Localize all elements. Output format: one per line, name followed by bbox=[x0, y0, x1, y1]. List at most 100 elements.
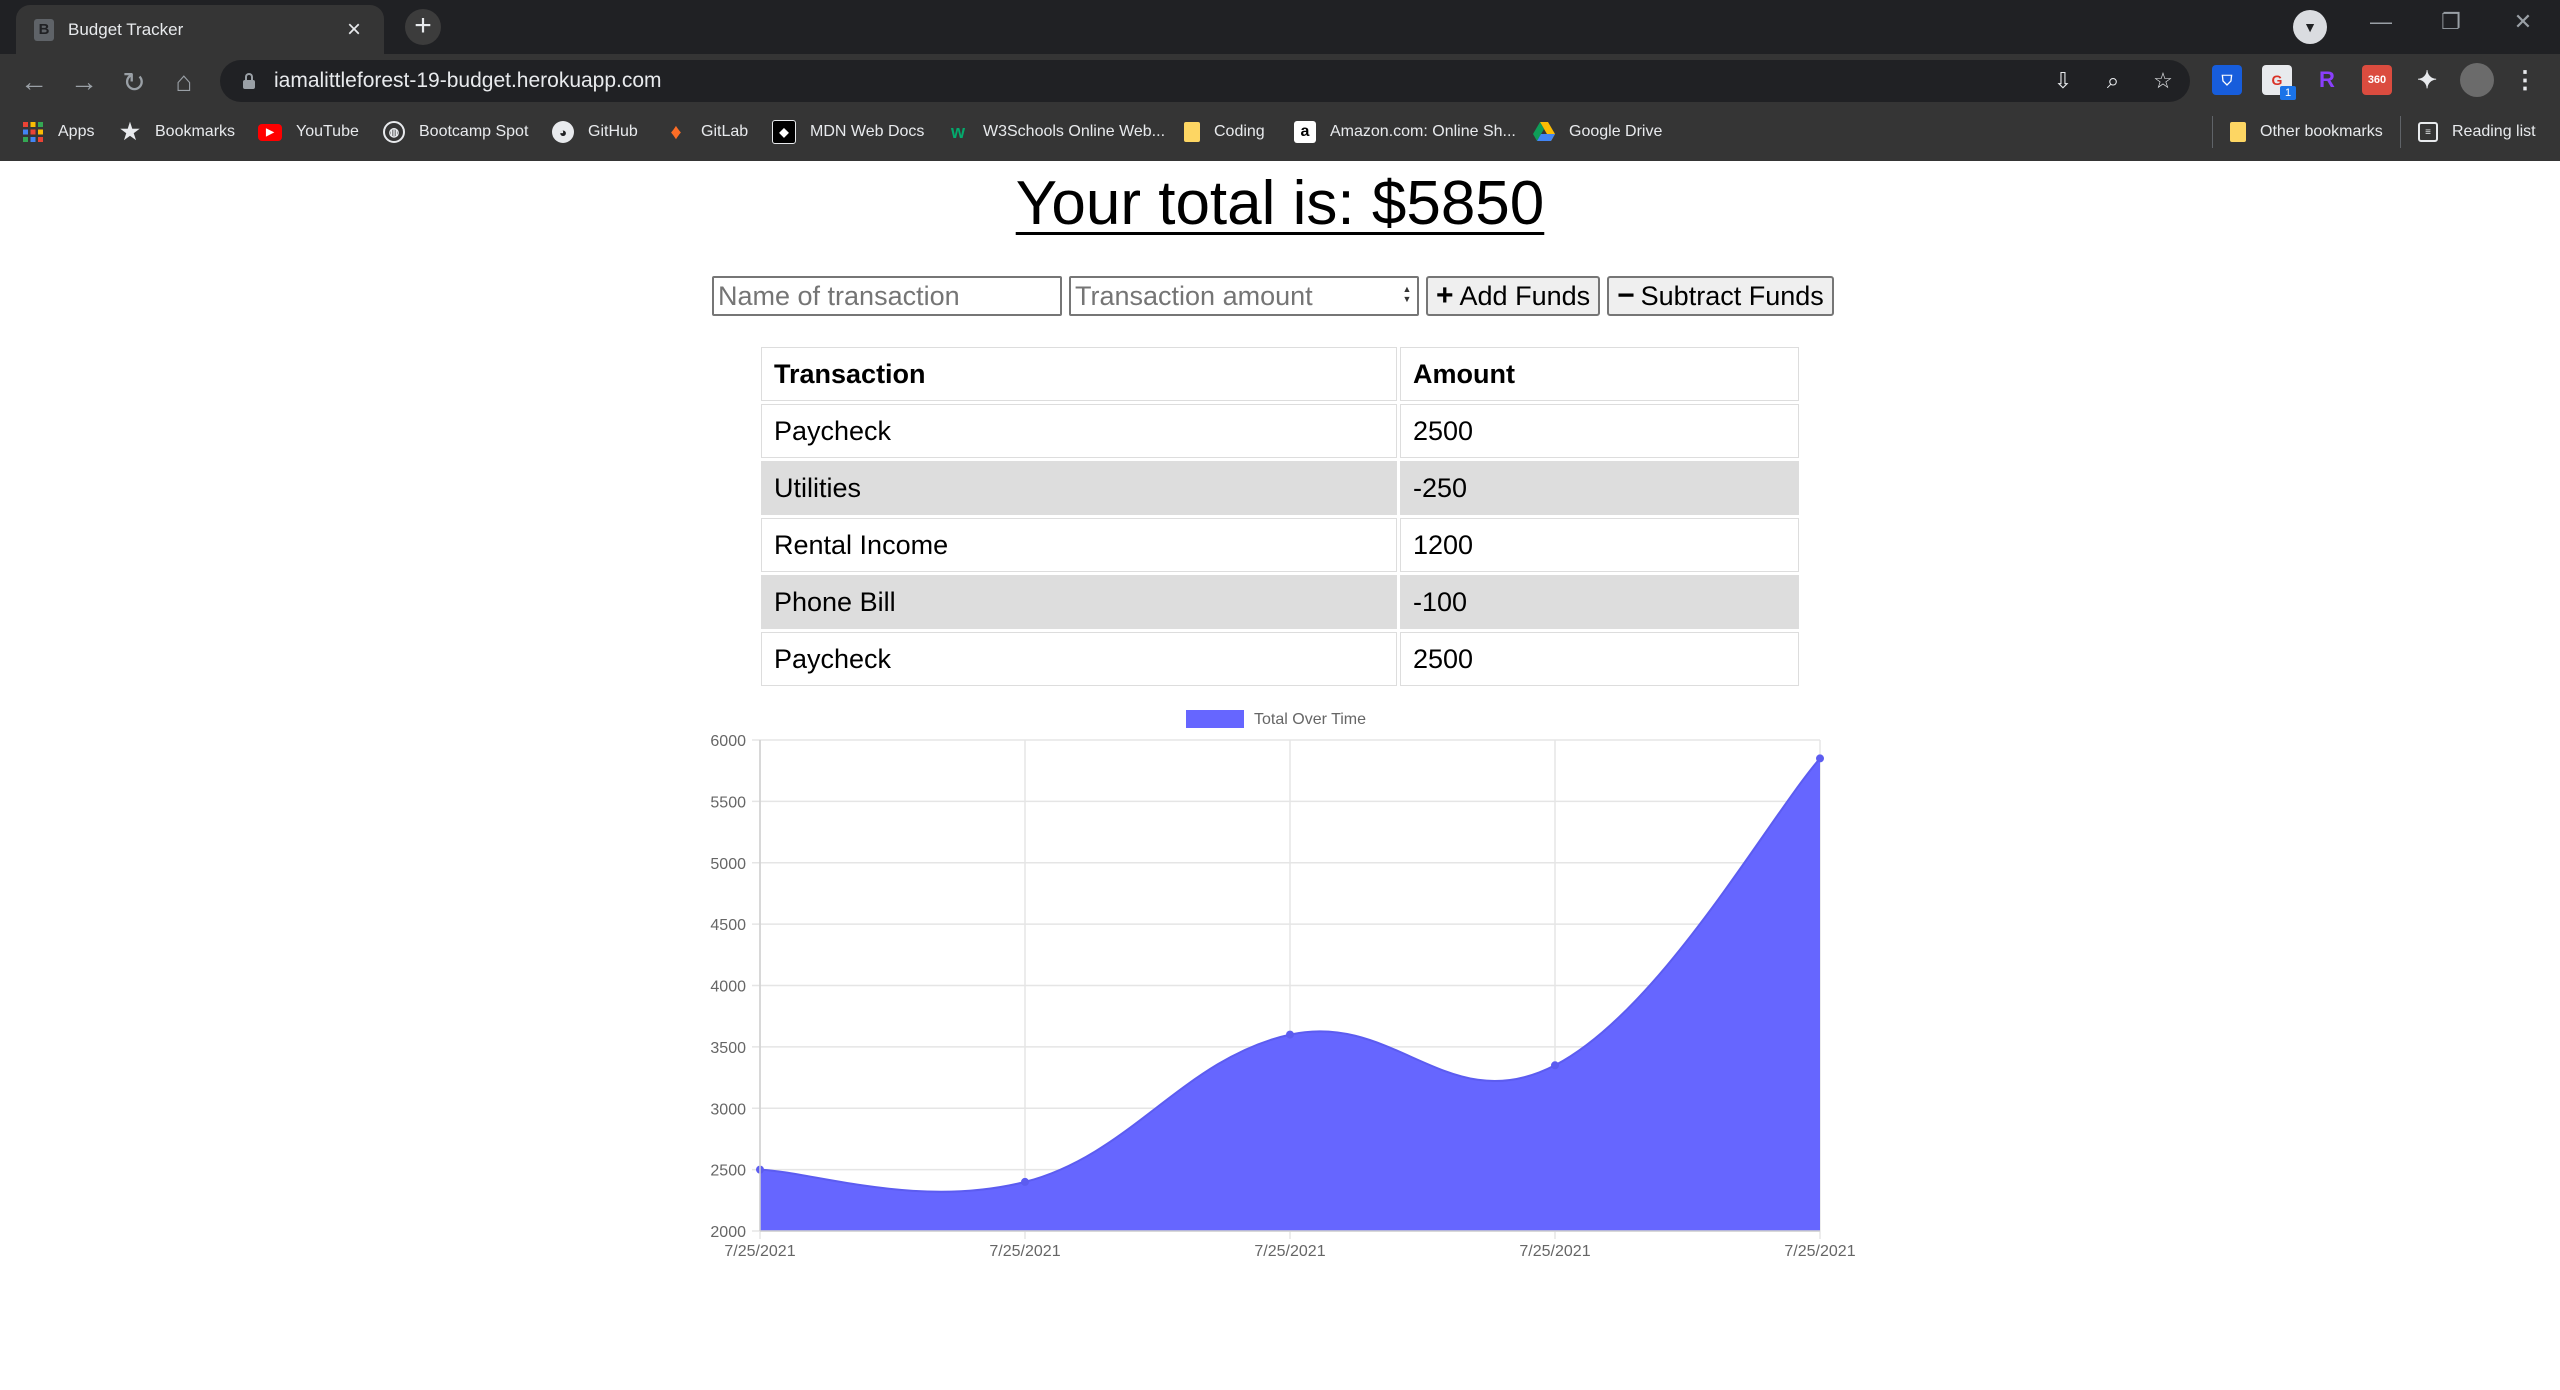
bookmark-github[interactable]: ◕ GitHub bbox=[552, 118, 638, 146]
folder-icon bbox=[1184, 122, 1200, 142]
google-drive-icon bbox=[1533, 121, 1555, 143]
amount-stepper-icon[interactable]: ▲ ▼ bbox=[1401, 284, 1413, 306]
transaction-amount-cell: -100 bbox=[1400, 575, 1799, 629]
bookmarks-separator bbox=[2400, 116, 2401, 148]
subtract-funds-button[interactable]: − Subtract Funds bbox=[1607, 276, 1834, 316]
bookmark-label: YouTube bbox=[296, 123, 359, 140]
transaction-amount-cell: 1200 bbox=[1400, 518, 1799, 572]
bitwarden-icon[interactable]: ⛉ bbox=[2212, 65, 2242, 95]
bookmark-label: GitHub bbox=[588, 123, 638, 140]
bookmark-mdn[interactable]: ◆ MDN Web Docs bbox=[772, 118, 924, 146]
y-tick-label: 3000 bbox=[710, 1101, 746, 1118]
legend-label: Total Over Time bbox=[1254, 711, 1366, 728]
w3schools-icon: w bbox=[950, 121, 965, 142]
kebab-menu-icon[interactable]: ⋮ bbox=[2510, 65, 2540, 95]
tab-strip bbox=[0, 0, 2560, 54]
close-window-button[interactable]: ✕ bbox=[2488, 0, 2558, 44]
plus-icon: + bbox=[1436, 279, 1454, 312]
mdn-icon: ◆ bbox=[772, 120, 796, 144]
bookmark-other[interactable]: Other bookmarks bbox=[2230, 118, 2383, 146]
tab-search-icon[interactable]: ▼ bbox=[2293, 10, 2327, 44]
apps-grid-icon bbox=[22, 121, 44, 143]
transaction-amount-input[interactable] bbox=[1069, 276, 1419, 316]
table-row: Rental Income 1200 bbox=[761, 518, 1799, 572]
install-app-icon[interactable]: ⇩ bbox=[2048, 66, 2078, 96]
y-tick-label: 3500 bbox=[710, 1040, 746, 1057]
y-tick-label: 4000 bbox=[710, 979, 746, 996]
address-bar[interactable]: iamalittleforest-19-budget.herokuapp.com bbox=[220, 60, 2190, 102]
y-tick-label: 6000 bbox=[710, 733, 746, 750]
lock-icon[interactable] bbox=[242, 73, 256, 89]
x-tick-label: 7/25/2021 bbox=[1254, 1243, 1325, 1260]
bookmark-bootcamp-spot[interactable]: ◍ Bootcamp Spot bbox=[383, 118, 528, 146]
home-icon[interactable]: ⌂ bbox=[164, 62, 204, 102]
extensions-puzzle-icon[interactable]: ✦ bbox=[2412, 65, 2442, 95]
bookmark-label: Other bookmarks bbox=[2260, 123, 2383, 140]
y-tick-label: 5500 bbox=[710, 794, 746, 811]
transaction-name-input[interactable] bbox=[712, 276, 1062, 316]
url-text[interactable]: iamalittleforest-19-budget.herokuapp.com bbox=[274, 69, 662, 93]
tab-budget-tracker[interactable]: B Budget Tracker × bbox=[16, 5, 384, 54]
tab-title: Budget Tracker bbox=[68, 19, 184, 39]
todoist-icon[interactable]: 360 bbox=[2362, 65, 2392, 95]
x-tick-label: 7/25/2021 bbox=[724, 1243, 795, 1260]
data-point bbox=[1021, 1177, 1029, 1186]
header-amount: Amount bbox=[1400, 347, 1799, 401]
grammarly-badge: 1 bbox=[2280, 86, 2296, 100]
data-point bbox=[1551, 1061, 1559, 1070]
bookmark-google-drive[interactable]: Google Drive bbox=[1533, 118, 1662, 146]
bookmark-youtube[interactable]: ▶ YouTube bbox=[258, 118, 359, 146]
restore-button[interactable]: ❐ bbox=[2416, 0, 2486, 44]
github-icon: ◕ bbox=[552, 121, 574, 143]
transaction-amount-cell: -250 bbox=[1400, 461, 1799, 515]
table-header-row: Transaction Amount bbox=[761, 347, 1799, 401]
data-point bbox=[1286, 1030, 1294, 1039]
avatar[interactable] bbox=[2460, 63, 2494, 97]
header-transaction: Transaction bbox=[761, 347, 1397, 401]
transaction-amount-cell: 2500 bbox=[1400, 404, 1799, 458]
bookmarks-separator bbox=[2212, 116, 2213, 148]
folder-icon bbox=[2230, 122, 2246, 142]
add-funds-label: Add Funds bbox=[1459, 280, 1591, 311]
new-tab-button[interactable]: + bbox=[405, 9, 441, 45]
transaction-name-cell: Phone Bill bbox=[761, 575, 1397, 629]
table-row: Paycheck 2500 bbox=[761, 632, 1799, 686]
zoom-icon[interactable]: ⌕ bbox=[2098, 66, 2128, 96]
bookmark-reading-list[interactable]: ≡ Reading list bbox=[2418, 118, 2536, 146]
y-tick-label: 4500 bbox=[710, 917, 746, 934]
bookmark-label: MDN Web Docs bbox=[810, 123, 925, 140]
transaction-amount-cell: 2500 bbox=[1400, 632, 1799, 686]
y-tick-label: 2500 bbox=[710, 1163, 746, 1180]
data-point bbox=[1816, 754, 1824, 763]
bookmark-label: Coding bbox=[1214, 123, 1265, 140]
transaction-name-cell: Utilities bbox=[761, 461, 1397, 515]
x-tick-label: 7/25/2021 bbox=[1784, 1243, 1855, 1260]
bookmark-label: Google Drive bbox=[1569, 123, 1663, 140]
gitlab-icon: ♦ bbox=[670, 119, 682, 144]
bookmark-coding[interactable]: Coding bbox=[1184, 118, 1265, 146]
transaction-name-cell: Paycheck bbox=[761, 404, 1397, 458]
globe-icon: ◍ bbox=[383, 121, 405, 143]
budget-favicon-icon: B bbox=[34, 18, 54, 41]
bookmark-apps[interactable]: Apps bbox=[22, 118, 94, 146]
forward-arrow-icon[interactable]: → bbox=[64, 62, 104, 102]
close-icon[interactable]: × bbox=[342, 16, 366, 44]
bookmark-label: Bookmarks bbox=[155, 123, 236, 140]
bookmark-amazon[interactable]: a Amazon.com: Online Sh... bbox=[1294, 118, 1516, 146]
youtube-icon: ▶ bbox=[258, 123, 282, 141]
bookmark-w3schools[interactable]: w W3Schools Online Web... bbox=[947, 118, 1165, 146]
bookmark-label: Apps bbox=[58, 123, 95, 140]
rhymezone-icon[interactable]: R bbox=[2312, 65, 2342, 95]
bookmark-star-icon[interactable]: ☆ bbox=[2148, 66, 2178, 96]
bookmark-gitlab[interactable]: ♦ GitLab bbox=[665, 118, 748, 146]
amount-field-wrap: ▲▼ bbox=[1069, 276, 1419, 316]
reload-icon[interactable]: ↻ bbox=[114, 62, 154, 102]
add-funds-button[interactable]: + Add Funds bbox=[1426, 276, 1601, 316]
legend-swatch bbox=[1186, 710, 1244, 728]
minimize-button[interactable]: — bbox=[2346, 0, 2416, 44]
x-tick-label: 7/25/2021 bbox=[989, 1243, 1060, 1260]
bookmark-bookmarks[interactable]: ★ Bookmarks bbox=[119, 118, 235, 146]
back-arrow-icon[interactable]: ← bbox=[14, 62, 54, 102]
bookmark-label: Bootcamp Spot bbox=[419, 123, 529, 140]
y-tick-label: 5000 bbox=[710, 856, 746, 873]
